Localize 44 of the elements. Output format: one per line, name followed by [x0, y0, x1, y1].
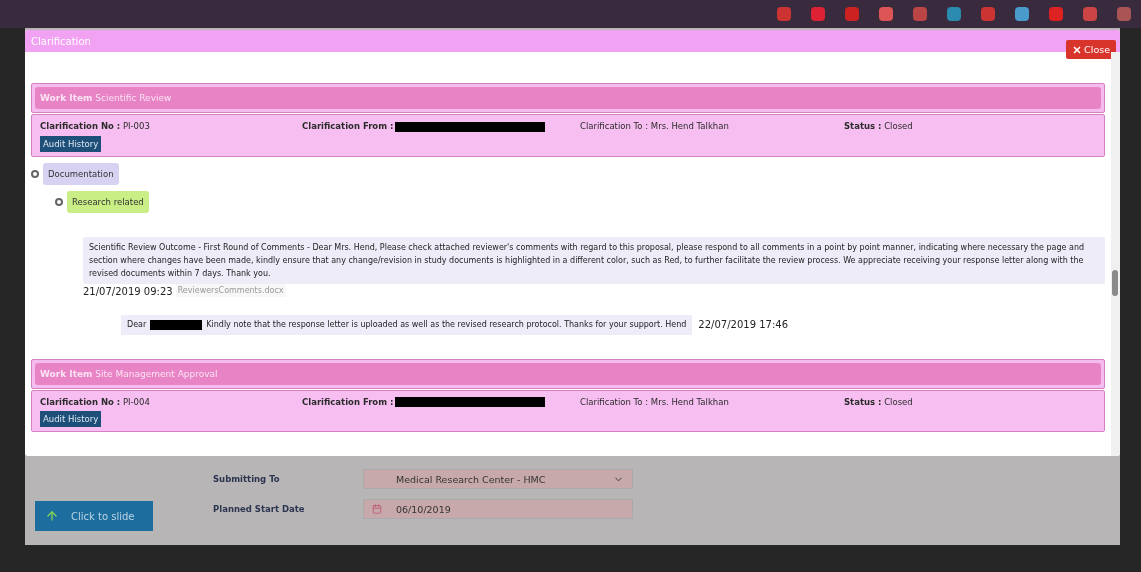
- work-item-title: Work Item Scientific Review: [40, 93, 172, 103]
- from-label: Clarification From :: [302, 121, 394, 131]
- reply-date: 22/07/2019 17:46: [698, 319, 788, 330]
- work-item-title: Work Item Site Management Approval: [40, 368, 218, 379]
- toolbar-icon[interactable]: [1117, 7, 1131, 21]
- field-label: Submitting To: [213, 474, 281, 484]
- comment-text: Scientific Review Outcome - First Round of Comments - Dear Mrs. Hend, Please check attached reviewer's comments with regard to this proposal, please respond to all comments in a point by point manner, indicating where necessary the page and section where changes have been made, kindly ensure that any change/revision in study documents is highlighted in a different color, such as Red, to further facilitate the review process. We appreciate receiving your response letter along with the revised documents within 7 days. Thank you.: [83, 236, 1105, 284]
- close-button[interactable]: Close: [1066, 40, 1116, 59]
- close-icon: [1072, 44, 1083, 55]
- calendar-icon: [372, 504, 382, 514]
- toolbar-icon[interactable]: [879, 7, 893, 21]
- scrollbar[interactable]: [1111, 52, 1120, 456]
- toolbar-icon[interactable]: [981, 7, 995, 21]
- toolbar-icon[interactable]: [811, 7, 825, 21]
- from-label: Clarification From :: [302, 396, 394, 407]
- toolbar-icon[interactable]: [1083, 7, 1097, 21]
- reply-text: Kindly note that the response letter is uploaded as well as the revised research protocol. Thanks for your support. Hend: [206, 320, 687, 329]
- clarification-to: Clarification To : Mrs. Hend Talkhan: [580, 396, 730, 407]
- collapse-toggle-icon[interactable]: [31, 169, 39, 178]
- tree-node[interactable]: Research related: [67, 190, 149, 213]
- slide-button[interactable]: Click to slide: [35, 501, 153, 531]
- toolbar-icon[interactable]: [947, 7, 961, 21]
- date-field[interactable]: 06/10/2019: [363, 499, 633, 519]
- status-text: Status : Closed: [844, 396, 914, 407]
- status-text: Status : Closed: [844, 121, 914, 132]
- select-field[interactable]: Medical Research Center - HMC: [363, 469, 633, 489]
- toolbar-icon[interactable]: [777, 7, 791, 21]
- tree-node[interactable]: Documentation: [43, 162, 119, 185]
- clarification-number: Clarification No : PI-004: [40, 396, 151, 407]
- field-label: Planned Start Date: [213, 504, 306, 514]
- redaction-bar: [150, 319, 203, 330]
- toolbar-icon[interactable]: [845, 7, 859, 21]
- arrow-up-icon: [45, 509, 59, 523]
- clarification-number: Clarification No : PI-003: [40, 121, 151, 132]
- dialog-title: Clarification: [31, 35, 91, 47]
- audit-history-button[interactable]: Audit History: [40, 411, 102, 427]
- audit-history-button[interactable]: Audit History: [40, 135, 102, 152]
- toolbar-icon[interactable]: [913, 7, 927, 21]
- comment-date: 21/07/2019 09:23: [83, 285, 173, 297]
- toolbar-icon[interactable]: [1049, 7, 1063, 21]
- collapse-toggle-icon[interactable]: [55, 197, 63, 206]
- greeting-text: Dear: [127, 320, 147, 329]
- clarification-to: Clarification To : Mrs. Hend Talkhan: [580, 121, 730, 132]
- toolbar-icon[interactable]: [1015, 7, 1029, 21]
